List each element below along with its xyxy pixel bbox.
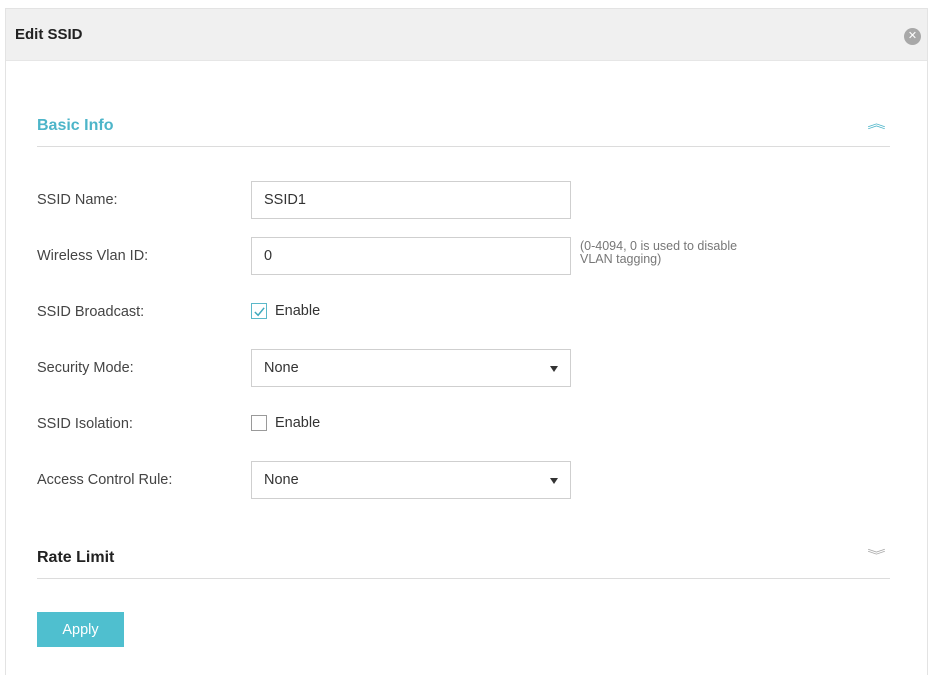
checkmark-icon	[253, 306, 265, 316]
rate-limit-section-header[interactable]: Rate Limit ︾	[37, 539, 890, 579]
access-control-rule-select[interactable]: None	[251, 461, 571, 499]
ssid-isolation-enable-label: Enable	[275, 415, 321, 431]
wireless-vlan-id-label: Wireless Vlan ID:	[37, 248, 149, 264]
security-mode-selected: None	[264, 360, 299, 376]
ssid-broadcast-label: SSID Broadcast:	[37, 304, 145, 320]
ssid-name-input[interactable]	[251, 181, 571, 219]
basic-info-title: Basic Info	[37, 117, 114, 134]
ssid-broadcast-enable-label: Enable	[275, 303, 321, 319]
ssid-broadcast-checkbox-wrap[interactable]: Enable	[251, 303, 320, 319]
dialog-header: Edit SSID ✕	[6, 9, 927, 61]
chevron-double-up-icon[interactable]: ︽	[867, 117, 885, 130]
ssid-name-row: SSID Name:	[37, 181, 897, 219]
ssid-broadcast-row: SSID Broadcast: Enable	[37, 293, 897, 331]
basic-info-section-header[interactable]: Basic Info ︽	[37, 107, 890, 147]
access-control-rule-label: Access Control Rule:	[37, 472, 173, 488]
ssid-isolation-checkbox[interactable]	[251, 415, 267, 431]
access-control-rule-selected: None	[264, 472, 299, 488]
ssid-name-label: SSID Name:	[37, 192, 118, 208]
ssid-isolation-row: SSID Isolation: Enable	[37, 405, 897, 443]
dialog-title: Edit SSID	[15, 26, 83, 43]
chevron-double-down-icon[interactable]: ︾	[867, 549, 885, 562]
caret-down-icon	[550, 366, 558, 372]
wireless-vlan-id-row: Wireless Vlan ID: (0-4094, 0 is used to …	[37, 237, 897, 275]
ssid-isolation-checkbox-wrap[interactable]: Enable	[251, 415, 320, 431]
caret-down-icon	[550, 478, 558, 484]
vlan-id-hint: (0-4094, 0 is used to disable VLAN taggi…	[580, 240, 840, 266]
security-mode-label: Security Mode:	[37, 360, 134, 376]
ssid-broadcast-checkbox[interactable]	[251, 303, 267, 319]
wireless-vlan-id-input[interactable]	[251, 237, 571, 275]
apply-button[interactable]: Apply	[37, 612, 124, 647]
security-mode-row: Security Mode: None	[37, 349, 897, 387]
vlan-id-hint-line2: VLAN tagging)	[580, 252, 662, 266]
security-mode-select[interactable]: None	[251, 349, 571, 387]
rate-limit-title: Rate Limit	[37, 549, 115, 566]
access-control-rule-row: Access Control Rule: None	[37, 461, 897, 499]
close-icon[interactable]: ✕	[904, 28, 921, 45]
ssid-isolation-label: SSID Isolation:	[37, 416, 133, 432]
